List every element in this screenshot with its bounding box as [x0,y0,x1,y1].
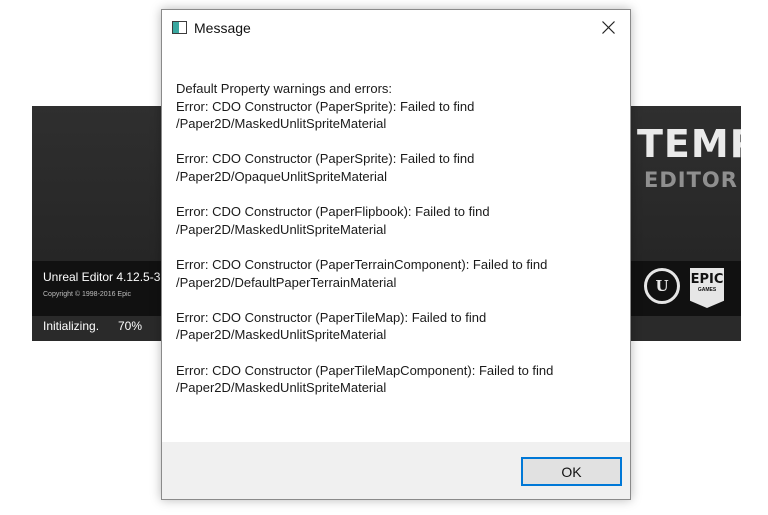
message-line: /Paper2D/MaskedUnlitSpriteMaterial [176,116,387,132]
window-icon [172,21,187,34]
message-body: Default Property warnings and errors: Err… [176,80,616,397]
close-icon [601,20,615,34]
dialog-title: Message [194,20,251,36]
message-line: Error: CDO Constructor (PaperFlipbook): … [176,204,490,220]
splash-project-subtitle: EDITOR [644,168,738,192]
message-line: Error: CDO Constructor (PaperTileMapComp… [176,362,554,378]
message-line: /Paper2D/MaskedUnlitSpriteMaterial [176,327,387,343]
message-line: Error: CDO Constructor (PaperTerrainComp… [176,256,548,272]
message-line: /Paper2D/MaskedUnlitSpriteMaterial [176,380,387,396]
close-button[interactable] [586,10,630,44]
message-line: Error: CDO Constructor (PaperTileMap): F… [176,309,487,325]
message-line: Error: CDO Constructor (PaperSprite): Fa… [176,151,475,167]
dialog-footer: OK [162,442,630,499]
dialog-titlebar[interactable]: Message [162,10,630,46]
message-line: /Paper2D/DefaultPaperTerrainMaterial [176,274,397,290]
message-line: /Paper2D/OpaqueUnlitSpriteMaterial [176,168,387,184]
splash-progress-percent: 70% [118,319,143,333]
message-line: Default Property warnings and errors: [176,81,393,96]
splash-project-title: TEMP [637,122,741,166]
ok-button[interactable]: OK [521,457,622,486]
message-line: /Paper2D/MaskedUnlitSpriteMaterial [176,221,387,237]
splash-editor-version: Unreal Editor 4.12.5-3 [43,270,161,284]
message-line: Error: CDO Constructor (PaperSprite): Fa… [176,98,475,114]
epic-logo-subtext: GAMES [697,287,717,293]
splash-status-text: Initializing. [43,319,100,333]
unreal-logo-icon: U [644,268,680,304]
epic-games-logo-icon: EPIC GAMES [690,268,724,308]
message-dialog: Message Default Property warnings and er… [161,9,631,500]
splash-copyright: Copyright © 1998-2016 Epic [43,291,132,298]
epic-logo-text: EPIC [690,272,724,287]
